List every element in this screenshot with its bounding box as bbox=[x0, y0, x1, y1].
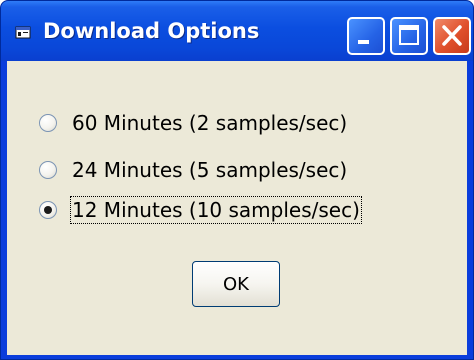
minimize-icon bbox=[358, 40, 369, 44]
maximize-button[interactable] bbox=[390, 17, 428, 55]
option-label-12-minutes[interactable]: 12 Minutes (10 samples/sec) bbox=[70, 196, 362, 224]
close-button[interactable] bbox=[433, 17, 471, 55]
radio-button-12-minutes[interactable] bbox=[39, 201, 57, 219]
option-label-60-minutes[interactable]: 60 Minutes (2 samples/sec) bbox=[71, 110, 348, 136]
option-label-24-minutes[interactable]: 24 Minutes (5 samples/sec) bbox=[71, 157, 348, 183]
title-bar[interactable]: Download Options bbox=[1, 1, 473, 61]
app-window-icon bbox=[15, 26, 31, 39]
option-24-minutes[interactable]: 24 Minutes (5 samples/sec) bbox=[39, 155, 348, 185]
option-12-minutes[interactable]: 12 Minutes (10 samples/sec) bbox=[39, 195, 362, 225]
maximize-icon bbox=[399, 25, 419, 45]
close-icon bbox=[442, 25, 462, 46]
window-title: Download Options bbox=[43, 19, 260, 43]
dialog-window: Download Options 60 Minutes (2 samples/s… bbox=[0, 0, 474, 360]
option-60-minutes[interactable]: 60 Minutes (2 samples/sec) bbox=[39, 108, 348, 138]
radio-button-60-minutes[interactable] bbox=[39, 114, 57, 132]
ok-button[interactable]: OK bbox=[192, 261, 280, 307]
dialog-client-area: 60 Minutes (2 samples/sec) 24 Minutes (5… bbox=[7, 61, 467, 355]
minimize-button[interactable] bbox=[347, 17, 385, 55]
radio-button-24-minutes[interactable] bbox=[39, 161, 57, 179]
